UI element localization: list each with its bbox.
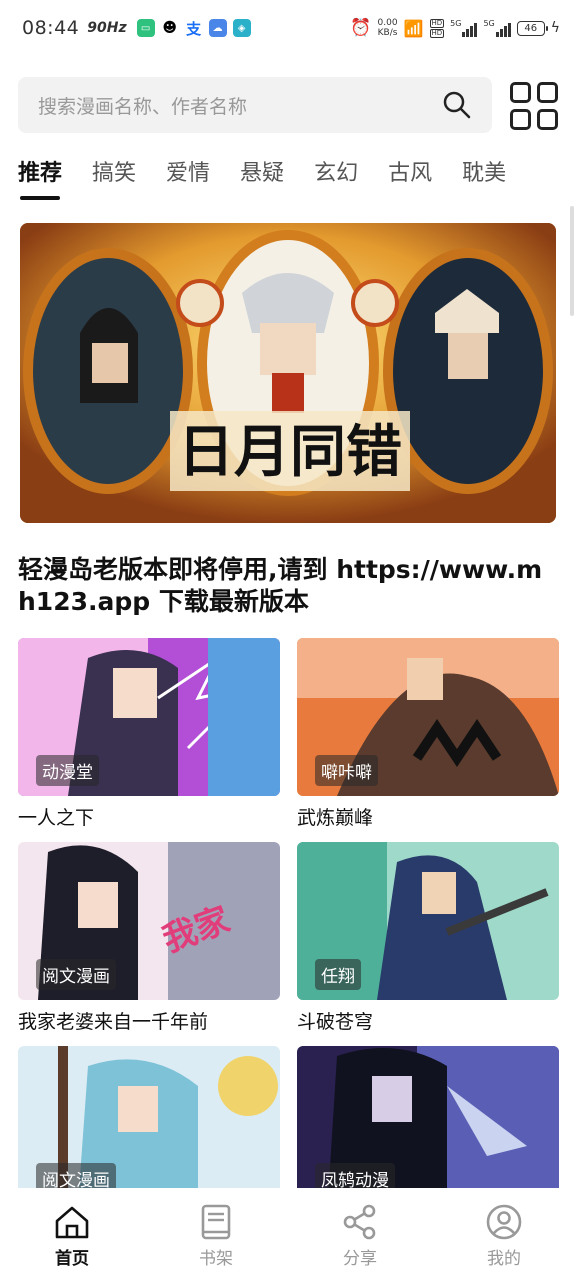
comic-title[interactable]: 我家老婆来自一千年前 xyxy=(18,1007,280,1033)
cloud-app-icon: ☁ xyxy=(208,19,227,37)
tab-bl[interactable]: 耽美 xyxy=(462,150,506,200)
nav-label: 我的 xyxy=(487,1249,521,1269)
comic-title[interactable]: 武炼巅峰 xyxy=(297,803,559,829)
featured-banner[interactable]: 日月同错 xyxy=(20,223,556,523)
alarm-icon: ⏰ xyxy=(350,18,372,38)
comic-card[interactable]: 我家 阅文漫画 我家老婆来自一千年前 xyxy=(18,842,280,1033)
status-bar: 08:44 90Hz ▭ ☻ 支 ☁ ◈ ⏰ 0.00 KB/s 📶 HD HD … xyxy=(0,0,576,56)
scrollbar[interactable] xyxy=(570,206,574,316)
comic-card[interactable]: 噼咔噼 武炼巅峰 xyxy=(297,638,559,829)
hd-icon: HD HD xyxy=(429,18,445,38)
signal-icon-2: 5G xyxy=(483,19,511,37)
message-app-icon: ▭ xyxy=(136,19,155,37)
charging-icon: ϟ xyxy=(550,20,560,36)
net-speed: 0.00 KB/s xyxy=(377,18,398,38)
search-input[interactable]: 搜索漫画名称、作者名称 xyxy=(18,77,492,133)
search-placeholder: 搜索漫画名称、作者名称 xyxy=(38,95,248,118)
wifi-icon: 📶 xyxy=(403,18,424,38)
comic-card[interactable]: 动漫堂 一人之下 xyxy=(18,638,280,829)
tab-recommend[interactable]: 推荐 xyxy=(18,150,62,200)
nav-profile[interactable]: 我的 xyxy=(432,1188,576,1280)
qq-icon: ☻ xyxy=(160,19,179,37)
comic-title[interactable]: 斗破苍穹 xyxy=(297,1007,559,1033)
comic-cover[interactable]: 噼咔噼 xyxy=(297,638,559,796)
bottom-navigation: 首页 书架 分享 我的 xyxy=(0,1188,576,1280)
category-tabs: 推荐 搞笑 爱情 悬疑 玄幻 古风 耽美 xyxy=(0,150,576,202)
status-right: ⏰ 0.00 KB/s 📶 HD HD 5G 5G 46 ϟ xyxy=(350,0,560,56)
bookshelf-icon xyxy=(201,1204,231,1240)
announcement-text: 轻漫岛老版本即将停用,请到 https://www.mh123.app 下载最新… xyxy=(18,555,543,616)
signal-icon-1: 5G xyxy=(450,19,478,37)
publisher-badge: 噼咔噼 xyxy=(315,755,378,786)
status-time: 08:44 xyxy=(22,17,80,39)
battery-icon: 46 xyxy=(516,20,548,36)
publisher-badge: 任翔 xyxy=(315,959,361,990)
comic-cover[interactable]: 我家 阅文漫画 xyxy=(18,842,280,1000)
category-grid-button[interactable] xyxy=(510,82,558,130)
banner-title: 日月同错 xyxy=(178,419,402,485)
comic-cover[interactable]: 动漫堂 xyxy=(18,638,280,796)
alipay-icon: 支 xyxy=(184,19,203,38)
comic-cover[interactable]: 凤鸫动漫 xyxy=(297,1046,559,1204)
nav-bookshelf[interactable]: 书架 xyxy=(144,1188,288,1280)
nav-share[interactable]: 分享 xyxy=(288,1188,432,1280)
tab-mystery[interactable]: 悬疑 xyxy=(240,150,284,200)
profile-icon xyxy=(486,1204,522,1240)
nav-label: 首页 xyxy=(55,1249,89,1269)
tab-funny[interactable]: 搞笑 xyxy=(92,150,136,200)
tab-fantasy[interactable]: 玄幻 xyxy=(314,150,358,200)
comic-title[interactable]: 一人之下 xyxy=(18,803,280,829)
refresh-rate: 90Hz xyxy=(87,20,127,36)
notification-icons: ▭ ☻ 支 ☁ ◈ xyxy=(136,19,251,38)
grid-icon xyxy=(510,82,531,103)
banner-artwork: 日月同错 xyxy=(20,223,556,523)
shield-app-icon: ◈ xyxy=(232,19,251,37)
search-icon[interactable] xyxy=(442,90,472,120)
nav-label: 分享 xyxy=(343,1249,377,1269)
share-icon xyxy=(343,1204,376,1240)
nav-home[interactable]: 首页 xyxy=(0,1188,144,1280)
nav-label: 书架 xyxy=(199,1249,233,1269)
tab-romance[interactable]: 爱情 xyxy=(166,150,210,200)
comic-card[interactable]: 任翔 斗破苍穹 xyxy=(297,842,559,1033)
comic-cover[interactable]: 任翔 xyxy=(297,842,559,1000)
publisher-badge: 阅文漫画 xyxy=(36,959,116,990)
comic-cover[interactable]: 阅文漫画 xyxy=(18,1046,280,1204)
home-icon xyxy=(55,1206,89,1239)
tab-ancient[interactable]: 古风 xyxy=(388,150,432,200)
publisher-badge: 动漫堂 xyxy=(36,755,99,786)
